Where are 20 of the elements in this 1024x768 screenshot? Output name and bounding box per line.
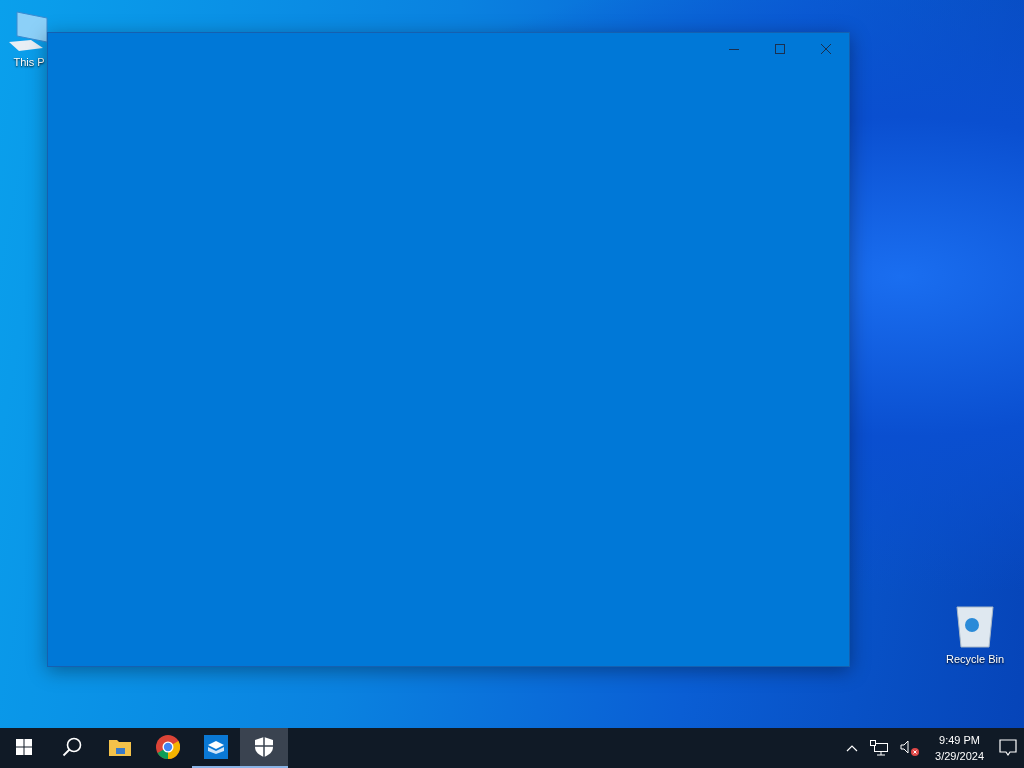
time-text: 9:49 PM <box>939 734 980 747</box>
search-icon <box>62 737 82 757</box>
network-icon <box>870 740 889 756</box>
shield-icon <box>255 737 273 757</box>
chevron-up-icon <box>846 744 859 752</box>
maximize-icon <box>775 44 785 54</box>
desktop-icon-label[interactable]: Recycle Bin <box>945 653 1005 665</box>
recycle-bin-icon <box>955 603 995 649</box>
close-icon <box>821 44 831 54</box>
computer-icon <box>7 10 51 52</box>
date-text: 3/29/2024 <box>935 749 984 762</box>
taskbar-app-button[interactable] <box>240 728 288 768</box>
minimize-icon <box>729 48 739 50</box>
browser-icon <box>156 735 180 759</box>
clock-button[interactable]: 9:49 PM 3/29/2024 <box>929 734 990 762</box>
box-icon <box>204 735 228 759</box>
windows-logo-icon <box>16 739 32 755</box>
speech-bubble-icon <box>999 739 1017 757</box>
folder-icon <box>109 738 131 756</box>
volume-muted-icon <box>900 740 921 756</box>
